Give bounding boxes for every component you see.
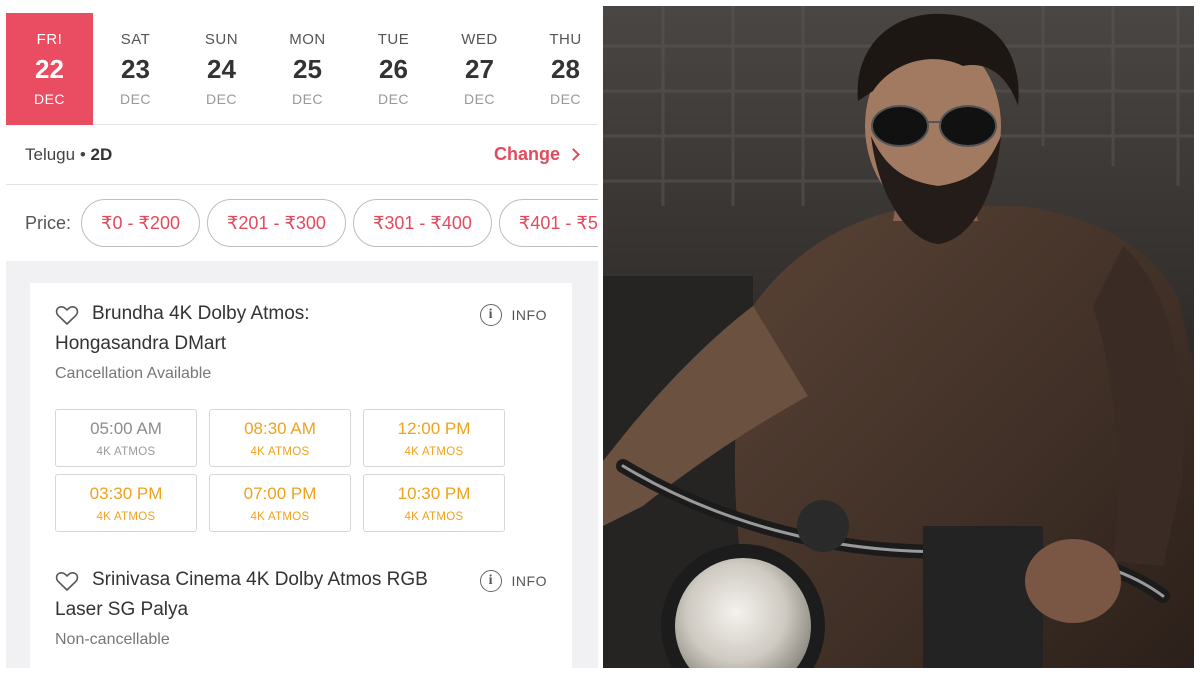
showtime-format: 4K ATMOS: [96, 445, 156, 458]
showtime-format: 4K ATMOS: [250, 445, 310, 458]
separator-dot: •: [75, 144, 91, 164]
showtime-button[interactable]: 05:00 AM 4K ATMOS: [55, 409, 197, 467]
showtime-time: 03:30 PM: [89, 483, 163, 503]
date-month: DEC: [119, 91, 152, 107]
price-chip-301-400[interactable]: ₹301 - ₹400: [352, 199, 492, 247]
date-selector: FRI 22 DEC SAT 23 DEC SUN 24 DEC MON 25 …: [6, 13, 598, 125]
info-icon: i: [479, 570, 502, 592]
price-chip-401-500[interactable]: ₹401 - ₹500: [498, 199, 598, 247]
language-format-bar: Telugu • 2D Change: [6, 125, 598, 185]
showtime-button[interactable]: 12:00 PM 4K ATMOS: [363, 409, 505, 467]
price-chip-0-200[interactable]: ₹0 - ₹200: [81, 199, 200, 247]
date-month: DEC: [463, 91, 496, 107]
change-label: Change: [493, 144, 560, 164]
date-day: 24: [207, 54, 236, 84]
date-day: 23: [121, 54, 150, 84]
showtime-format: 4K ATMOS: [404, 510, 464, 523]
language-format-label: Telugu • 2D: [25, 145, 112, 165]
cancellation-status: Cancellation Available: [55, 365, 212, 382]
date-item-sat-23[interactable]: SAT 23 DEC: [92, 13, 179, 125]
info-label: INFO: [511, 573, 547, 589]
date-dow: FRI: [36, 31, 63, 48]
info-button[interactable]: i INFO: [479, 304, 547, 326]
showtime-format: 4K ATMOS: [404, 445, 464, 458]
showtime-button[interactable]: 10:30 PM 4K ATMOS: [363, 474, 505, 532]
cancellation-status: Non-cancellable: [55, 631, 170, 648]
date-item-fri-22[interactable]: FRI 22 DEC: [6, 13, 93, 125]
showtime-button[interactable]: 07:00 PM 4K ATMOS: [209, 474, 351, 532]
date-month: DEC: [33, 91, 66, 107]
theatre-name[interactable]: Srinivasa Cinema 4K Dolby Atmos RGB Lase…: [55, 565, 435, 625]
date-item-thu-28[interactable]: THU 28 DEC: [522, 13, 598, 125]
showtime-time: 12:00 PM: [397, 418, 471, 438]
date-dow: WED: [461, 31, 498, 48]
date-item-sun-24[interactable]: SUN 24 DEC: [178, 13, 265, 125]
movie-still-photo: [603, 6, 1194, 668]
theatre-card: Brundha 4K Dolby Atmos: Hongasandra DMar…: [30, 283, 572, 668]
info-button[interactable]: i INFO: [479, 570, 547, 592]
date-day: 26: [379, 54, 408, 84]
booking-screen: FRI 22 DEC SAT 23 DEC SUN 24 DEC MON 25 …: [6, 13, 598, 668]
theatre-list: Brundha 4K Dolby Atmos: Hongasandra DMar…: [6, 261, 598, 668]
date-month: DEC: [377, 91, 410, 107]
date-month: DEC: [205, 91, 238, 107]
price-label: Price:: [25, 212, 72, 233]
date-item-wed-27[interactable]: WED 27 DEC: [436, 13, 523, 125]
date-dow: THU: [549, 31, 582, 48]
date-day: 28: [551, 54, 580, 84]
date-dow: SUN: [204, 31, 239, 48]
showtime-time: 05:00 AM: [90, 418, 162, 438]
showtime-button[interactable]: 08:30 AM 4K ATMOS: [209, 409, 351, 467]
showtime-format: 4K ATMOS: [96, 510, 156, 523]
language-label: Telugu: [25, 144, 76, 164]
theatre-header: Srinivasa Cinema 4K Dolby Atmos RGB Lase…: [55, 565, 547, 625]
price-chip-201-300[interactable]: ₹201 - ₹300: [206, 199, 346, 247]
format-label: 2D: [90, 144, 113, 164]
showtime-format: 4K ATMOS: [250, 510, 310, 523]
chevron-right-icon: [567, 148, 580, 161]
info-label: INFO: [511, 307, 547, 323]
date-item-tue-26[interactable]: TUE 26 DEC: [350, 13, 437, 125]
date-day: 22: [35, 54, 64, 84]
showtime-button[interactable]: 03:30 PM 4K ATMOS: [55, 474, 197, 532]
date-month: DEC: [291, 91, 324, 107]
date-item-mon-25[interactable]: MON 25 DEC: [264, 13, 351, 125]
change-button[interactable]: Change: [493, 144, 580, 165]
theatre-name[interactable]: Brundha 4K Dolby Atmos: Hongasandra DMar…: [55, 299, 385, 359]
showtime-time: 10:30 PM: [397, 483, 471, 503]
theatre-header: Brundha 4K Dolby Atmos: Hongasandra DMar…: [55, 299, 547, 359]
price-filter-bar: Price: ₹0 - ₹200 ₹201 - ₹300 ₹301 - ₹400…: [6, 185, 598, 261]
date-day: 25: [293, 54, 322, 84]
info-icon: i: [479, 304, 502, 326]
date-dow: MON: [289, 31, 326, 48]
date-day: 27: [465, 54, 494, 84]
date-month: DEC: [549, 91, 582, 107]
date-dow: TUE: [377, 31, 410, 48]
showtime-time: 08:30 AM: [244, 418, 316, 438]
man-on-motorcycle-illustration: [603, 6, 1194, 668]
date-dow: SAT: [120, 31, 151, 48]
showtime-time: 07:00 PM: [243, 483, 317, 503]
